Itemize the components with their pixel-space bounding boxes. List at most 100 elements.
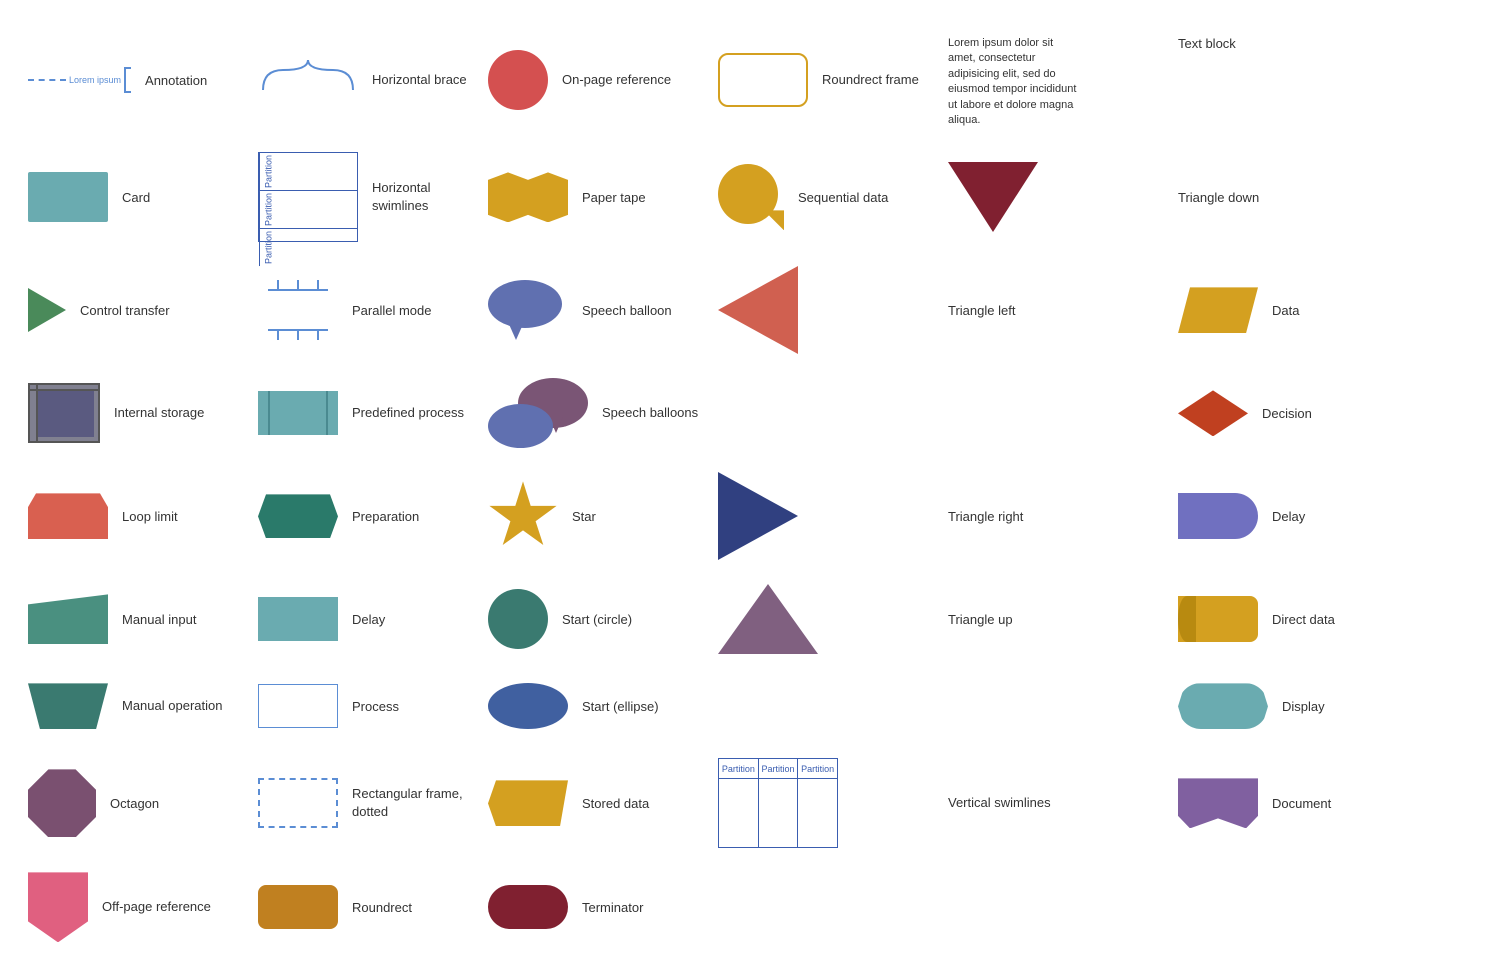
papertape-shape-container	[488, 172, 568, 222]
item-manualinput: Manual input	[20, 572, 250, 666]
directdata-shape	[1178, 596, 1258, 642]
item-predefined: Predefined process	[250, 366, 480, 460]
startcircle-label: Start (circle)	[562, 612, 632, 627]
vswimlane-col1	[719, 779, 759, 847]
octagon-shape	[28, 769, 96, 837]
seqdata-shape-container	[718, 164, 784, 230]
item-horizontal-brace: Horizontal brace	[250, 20, 480, 140]
item-triangleleft-label: Triangle left	[940, 254, 1170, 366]
offpage-shape-container	[28, 872, 88, 942]
item-roundrect: Roundrect	[250, 860, 480, 954]
item-storeddata: Stored data	[480, 746, 710, 860]
vswimlane-h2: Partition	[759, 759, 799, 778]
preparation-label: Preparation	[352, 509, 419, 524]
startellipse-label: Start (ellipse)	[582, 699, 659, 714]
speechballoon-shape	[488, 280, 568, 340]
roundrect-shape-container	[258, 885, 338, 929]
item-empty-r9c5	[710, 860, 940, 954]
item-roundrectframe: Roundrect frame	[710, 20, 940, 140]
vswimlanes-shape-container: Partition Partition Partition	[718, 758, 838, 848]
item-textblock-label: Text block	[1170, 20, 1400, 140]
onpage-shape	[488, 50, 548, 110]
triangleleft-shape	[718, 266, 798, 354]
item-vswimlanes: Partition Partition Partition	[710, 746, 940, 860]
manualinput-shape	[28, 594, 108, 644]
terminator-label: Terminator	[582, 900, 643, 915]
item-startellipse: Start (ellipse)	[480, 666, 710, 746]
item-octagon: Octagon	[20, 746, 250, 860]
data-label: Data	[1272, 303, 1299, 318]
delay-label: Delay	[1272, 509, 1305, 524]
rectdotted-shape-container	[258, 778, 338, 828]
triangledown-shape-container	[948, 162, 1038, 232]
storeddata-shape	[488, 780, 568, 826]
triangledown-shape	[948, 162, 1038, 232]
data-shape	[1178, 287, 1258, 333]
triangleup-label: Triangle up	[948, 612, 1013, 627]
intstorage-inner	[36, 389, 94, 437]
item-terminator: Terminator	[480, 860, 710, 954]
textblock-shape: Lorem ipsum dolor sit amet, consectetur …	[948, 36, 1078, 128]
preparation-shape-container	[258, 494, 338, 538]
partition-label-3: Partition	[259, 229, 277, 266]
intstorage-hline	[28, 389, 100, 391]
item-controltransfer: Control transfer	[20, 254, 250, 366]
item-empty-r9c6	[940, 860, 1170, 954]
predefined-shape-container	[258, 391, 338, 435]
star-label: Star	[572, 509, 596, 524]
predefined-label: Predefined process	[352, 404, 464, 422]
lorem-ipsum-text: Lorem ipsum	[69, 75, 121, 85]
looplimit-shape-container	[28, 493, 108, 539]
annotation-label: Annotation	[145, 73, 207, 88]
item-speechballoon: Speech balloon	[480, 254, 710, 366]
item-empty-r7c6	[940, 666, 1170, 746]
process-label: Process	[352, 699, 399, 714]
directdata-shape-container	[1178, 596, 1258, 642]
item-seqdata: Sequential data	[710, 140, 940, 254]
rectdotted-label: Rectangular frame, dotted	[352, 785, 472, 821]
item-preparation: Preparation	[250, 460, 480, 572]
document-label: Document	[1272, 796, 1331, 811]
item-card: Card	[20, 140, 250, 254]
hbrace-label: Horizontal brace	[372, 71, 467, 89]
item-vswimlanes-label: Vertical swimlines	[940, 746, 1170, 860]
item-data: Data	[1170, 254, 1400, 366]
offpage-shape	[28, 872, 88, 942]
directdata-label: Direct data	[1272, 612, 1335, 627]
decision-label: Decision	[1262, 406, 1312, 421]
parallelmode-shape	[258, 280, 338, 340]
roundrectframe-label: Roundrect frame	[822, 71, 919, 89]
ctransfer-shape-container	[28, 288, 66, 332]
ctransfer-shape	[28, 288, 66, 332]
octagon-shape-container	[28, 769, 96, 837]
item-parallelmode: Parallel mode	[250, 254, 480, 366]
delay-shape-container	[1178, 493, 1258, 539]
star-shape	[488, 481, 558, 551]
terminator-shape	[488, 885, 568, 929]
hswimlanes-shape-container: Partition Partition Partition	[258, 152, 358, 242]
startellipse-shape-container	[488, 683, 568, 729]
item-triangleleft	[710, 254, 940, 366]
vswimlane-header: Partition Partition Partition	[719, 759, 837, 779]
speechballoon-tail	[508, 322, 524, 340]
triangleleft-label: Triangle left	[948, 303, 1015, 318]
item-empty-r4c5	[710, 366, 940, 460]
shapes-grid: Lorem ipsum Annotation Horizontal brace …	[20, 20, 1480, 954]
triangleright-label: Triangle right	[948, 509, 1023, 524]
delay2-label: Delay	[352, 612, 385, 627]
item-startcircle: Start (circle)	[480, 572, 710, 666]
item-triangleup	[710, 572, 940, 666]
item-speechballoons: Speech balloons	[480, 366, 710, 460]
card-shape-container	[28, 172, 108, 222]
display-label: Display	[1282, 699, 1325, 714]
rectdotted-shape	[258, 778, 338, 828]
display-shape	[1178, 683, 1268, 729]
item-delay: Delay	[1170, 460, 1400, 572]
intstorage-shape	[28, 383, 100, 443]
item-display: Display	[1170, 666, 1400, 746]
triangleup-shape	[718, 584, 818, 654]
vswimlanes-label: Vertical swimlines	[948, 794, 1051, 812]
item-delay2: Delay	[250, 572, 480, 666]
hswimlanes-shape: Partition Partition Partition	[258, 152, 358, 242]
startcircle-shape-container	[488, 589, 548, 649]
